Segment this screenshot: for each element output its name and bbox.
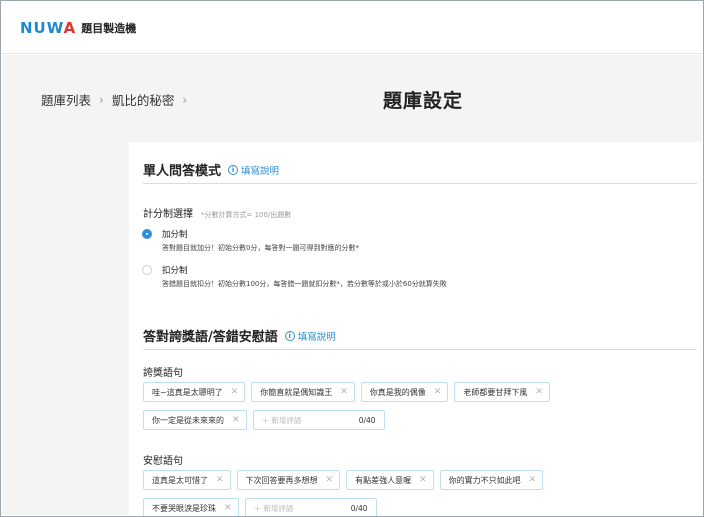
radio-button[interactable] <box>142 265 152 275</box>
info-icon: i <box>284 330 295 341</box>
close-icon[interactable]: ✕ <box>340 387 348 397</box>
radio-title: 扣分制 <box>162 266 188 276</box>
comfort-add-input[interactable]: ＋ 新增評語 0/40 <box>244 498 377 516</box>
comfort-label: 安慰語句 <box>143 456 183 467</box>
phrase-section-title: 答對誇獎語/答錯安慰語 i 填寫說明 <box>143 326 336 345</box>
app-name: 題目製造機 <box>81 21 137 35</box>
page-title: 題庫設定 <box>383 90 464 112</box>
radio-add-score[interactable]: 加分制 答對題目就加分！初始分數0分，每答對一題可得到對應的分數* <box>142 228 359 253</box>
scoring-label-text: 計分制選擇 <box>143 209 193 220</box>
praise-tags-row: 哇~這真是太聰明了 ✕ 你簡直就是偶知識王 ✕ 你真是我的偶像 ✕ 老師都要甘拜下風 ✕ <box>143 382 556 402</box>
radio-description: 答對題目就加分！初始分數0分，每答對一題可得到對應的分數* <box>162 244 359 252</box>
comfort-tag[interactable]: 下次回答要再多想想 ✕ <box>236 470 341 490</box>
close-icon[interactable]: ✕ <box>529 475 537 485</box>
add-input-placeholder: ＋ 新增評語 <box>253 503 294 513</box>
praise-tag[interactable]: 老師都要甘拜下風 ✕ <box>454 382 550 402</box>
mode-title-text: 單人問答模式 <box>143 164 222 179</box>
comfort-tags-row: 不要哭眼淚是珍珠 ✕ ＋ 新增評語 0/40 <box>143 498 377 516</box>
radio-deduct-score[interactable]: 扣分制 答錯題目就扣分！初始分數100分，每答錯一題就扣分數*，若分數等於或小於… <box>142 264 447 289</box>
divider <box>143 183 697 184</box>
chevron-right-icon: › <box>182 92 188 107</box>
close-icon[interactable]: ✕ <box>434 387 442 397</box>
close-icon[interactable]: ✕ <box>231 387 239 397</box>
praise-tag[interactable]: 哇~這真是太聰明了 ✕ <box>143 382 246 402</box>
phrase-help-link[interactable]: i 填寫說明 <box>284 329 336 343</box>
close-icon[interactable]: ✕ <box>232 415 240 425</box>
comfort-tag[interactable]: 有點差強人意喔 ✕ <box>346 470 434 490</box>
breadcrumb-item-question-bank-list[interactable]: 題庫列表 <box>41 90 91 109</box>
radio-button-selected[interactable] <box>142 229 152 239</box>
praise-add-input[interactable]: ＋ 新增評語 0/40 <box>252 410 385 430</box>
breadcrumb: 題庫列表 › 凱比的秘密 › <box>41 90 195 109</box>
close-icon[interactable]: ✕ <box>419 475 427 485</box>
comfort-tags-row: 這真是太可惜了 ✕ 下次回答要再多想想 ✕ 有點差強人意喔 ✕ 你的實力不只如此吧 ✕ <box>143 470 549 490</box>
radio-title: 加分制 <box>162 230 188 240</box>
char-count: 0/40 <box>358 415 376 425</box>
phrase-title-text: 答對誇獎語/答錯安慰語 <box>143 330 278 345</box>
close-icon[interactable]: ✕ <box>216 475 224 485</box>
app-window: NUWA 題目製造機 題庫列表 › 凱比的秘密 › 題庫設定 單人問答模式 i … <box>0 0 704 517</box>
top-header: NUWA 題目製造機 <box>2 2 702 54</box>
chevron-right-icon: › <box>99 92 104 107</box>
close-icon[interactable]: ✕ <box>535 387 543 397</box>
breadcrumb-item-current-bank[interactable]: 凱比的秘密 <box>112 90 175 109</box>
praise-tags-row: 你一定是從未來來的 ✕ ＋ 新增評語 0/40 <box>143 410 385 430</box>
settings-card: 單人問答模式 i 填寫說明 計分制選擇 *分數計算方式= 100/出題數 加分制 … <box>129 142 703 516</box>
comfort-tag[interactable]: 這真是太可惜了 ✕ <box>143 470 231 490</box>
mode-section-title: 單人問答模式 i 填寫說明 <box>143 160 279 179</box>
close-icon[interactable]: ✕ <box>224 503 232 513</box>
mode-help-link[interactable]: i 填寫說明 <box>228 163 279 177</box>
comfort-tag[interactable]: 不要哭眼淚是珍珠 ✕ <box>143 498 239 516</box>
nuwa-logo[interactable]: NUWA <box>20 19 76 37</box>
praise-tag[interactable]: 你簡直就是偶知識王 ✕ <box>251 382 355 402</box>
help-label: 填寫說明 <box>297 331 336 343</box>
praise-label: 誇獎語句 <box>143 368 183 379</box>
divider <box>143 349 697 350</box>
info-icon: i <box>228 164 239 175</box>
add-input-placeholder: ＋ 新增評語 <box>261 415 302 425</box>
praise-tag[interactable]: 你一定是從未來來的 ✕ <box>143 410 247 430</box>
scoring-label: 計分制選擇 *分數計算方式= 100/出題數 <box>143 205 291 220</box>
praise-tag[interactable]: 你真是我的偶像 ✕ <box>360 382 449 402</box>
help-label: 填寫說明 <box>241 165 280 177</box>
comfort-tag[interactable]: 你的實力不只如此吧 ✕ <box>439 470 544 490</box>
close-icon[interactable]: ✕ <box>326 475 334 485</box>
radio-description: 答錯題目就扣分！初始分數100分，每答錯一題就扣分數*，若分數等於或小於60分就… <box>162 280 447 288</box>
scoring-hint: *分數計算方式= 100/出題數 <box>201 211 292 219</box>
char-count: 0/40 <box>350 503 368 513</box>
